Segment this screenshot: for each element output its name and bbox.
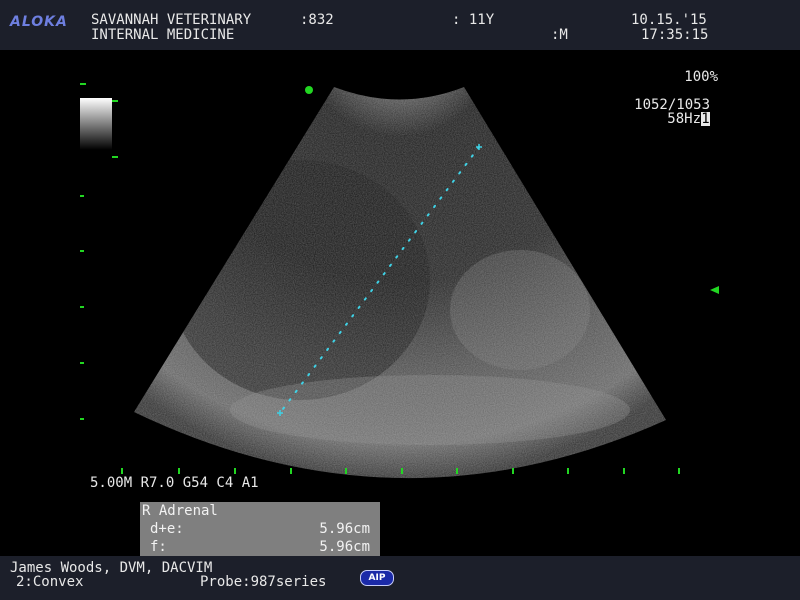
frame-counter: 1052/1053	[634, 97, 710, 113]
gray-bar-tick-top	[112, 100, 118, 102]
frame-rate: 58Hz1	[667, 112, 710, 126]
operator-name: James Woods, DVM, DACVIM	[10, 560, 213, 576]
ultrasound-image[interactable]	[0, 0, 800, 600]
measurement-label: f:	[150, 539, 167, 555]
gray-bar-tick-bottom	[112, 156, 118, 158]
probe-model: Probe:987series	[200, 574, 327, 590]
green-dot-icon	[305, 86, 313, 94]
footer-bar: James Woods, DVM, DACVIM 2:Convex Probe:…	[0, 556, 800, 600]
measurement-panel: R Adrenal d+e: 5.96cm f: 5.96cm	[140, 502, 380, 556]
measurement-value: 5.96cm	[319, 539, 370, 555]
measurement-title: R Adrenal	[142, 503, 218, 519]
zoom-level: 100%	[684, 69, 718, 85]
aip-badge[interactable]: AIP	[360, 570, 394, 586]
measurement-label: d+e:	[150, 521, 184, 537]
transducer-type: 2:Convex	[16, 574, 84, 590]
green-triangle-icon[interactable]	[710, 286, 719, 294]
sector-scan	[134, 87, 666, 479]
measurement-value: 5.96cm	[319, 521, 370, 537]
scan-parameters: 5.00M R7.0 G54 C4 A1	[90, 475, 259, 491]
grayscale-bar	[80, 98, 112, 150]
frame-rate-value: 58Hz	[667, 111, 701, 127]
frame-rate-marker: 1	[701, 111, 710, 127]
